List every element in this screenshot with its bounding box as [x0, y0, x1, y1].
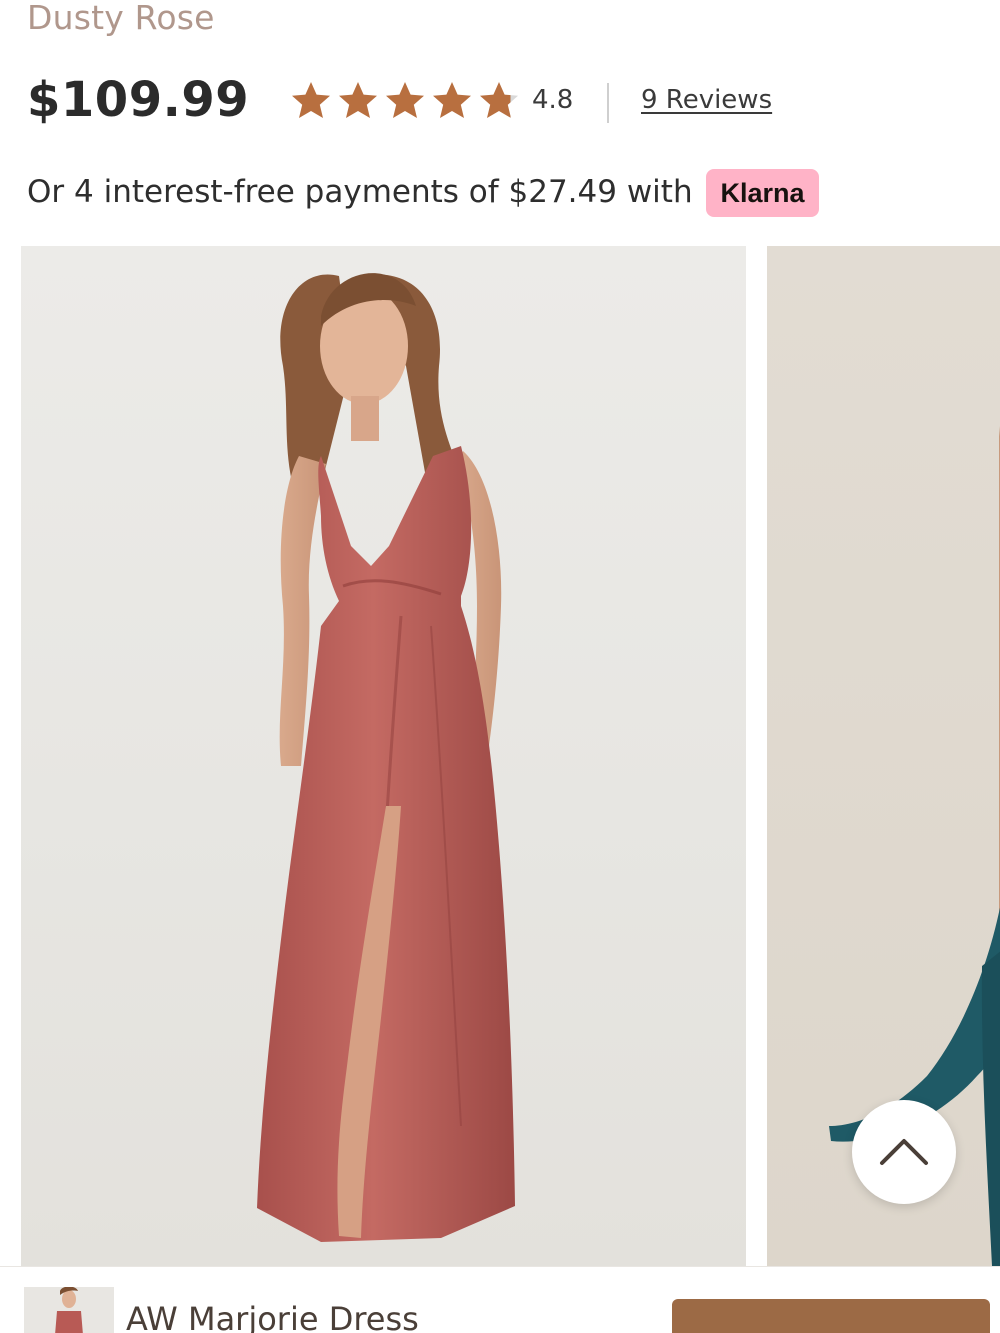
product-image-main[interactable]: [21, 246, 746, 1266]
product-image-gallery[interactable]: [0, 246, 1000, 1266]
star-icon: [339, 82, 377, 118]
product-price: $109.99: [27, 72, 250, 128]
klarna-badge[interactable]: Klarna: [706, 169, 819, 217]
star-icon: [433, 82, 471, 118]
klarna-installments: Or 4 interest-free payments of $27.49 wi…: [27, 166, 987, 222]
primary-action-button[interactable]: [672, 1299, 990, 1333]
rating-value: 4.8: [532, 85, 574, 115]
product-thumbnail: [24, 1287, 114, 1333]
selected-color-name: Dusty Rose: [27, 0, 215, 37]
rating-stars: [289, 80, 521, 120]
sticky-purchase-bar: AW Marjorie Dress: [0, 1266, 1000, 1333]
star-icon: [480, 82, 518, 118]
star-icon: [386, 82, 424, 118]
installment-text: Or 4 interest-free payments of $27.49 wi…: [27, 174, 693, 210]
product-page: Dusty Rose $109.99 4.8 9 Reviews Or 4 in…: [0, 0, 1000, 1333]
price-rating-row: $109.99 4.8 9 Reviews: [27, 66, 987, 136]
rating-divider: [607, 83, 609, 123]
model-photo-illustration: [257, 273, 515, 1242]
chevron-up-icon: [880, 1139, 928, 1165]
scroll-to-top-button[interactable]: [852, 1100, 956, 1204]
product-name: AW Marjorie Dress: [126, 1300, 419, 1333]
star-icon: [292, 82, 330, 118]
reviews-link[interactable]: 9 Reviews: [641, 83, 772, 117]
